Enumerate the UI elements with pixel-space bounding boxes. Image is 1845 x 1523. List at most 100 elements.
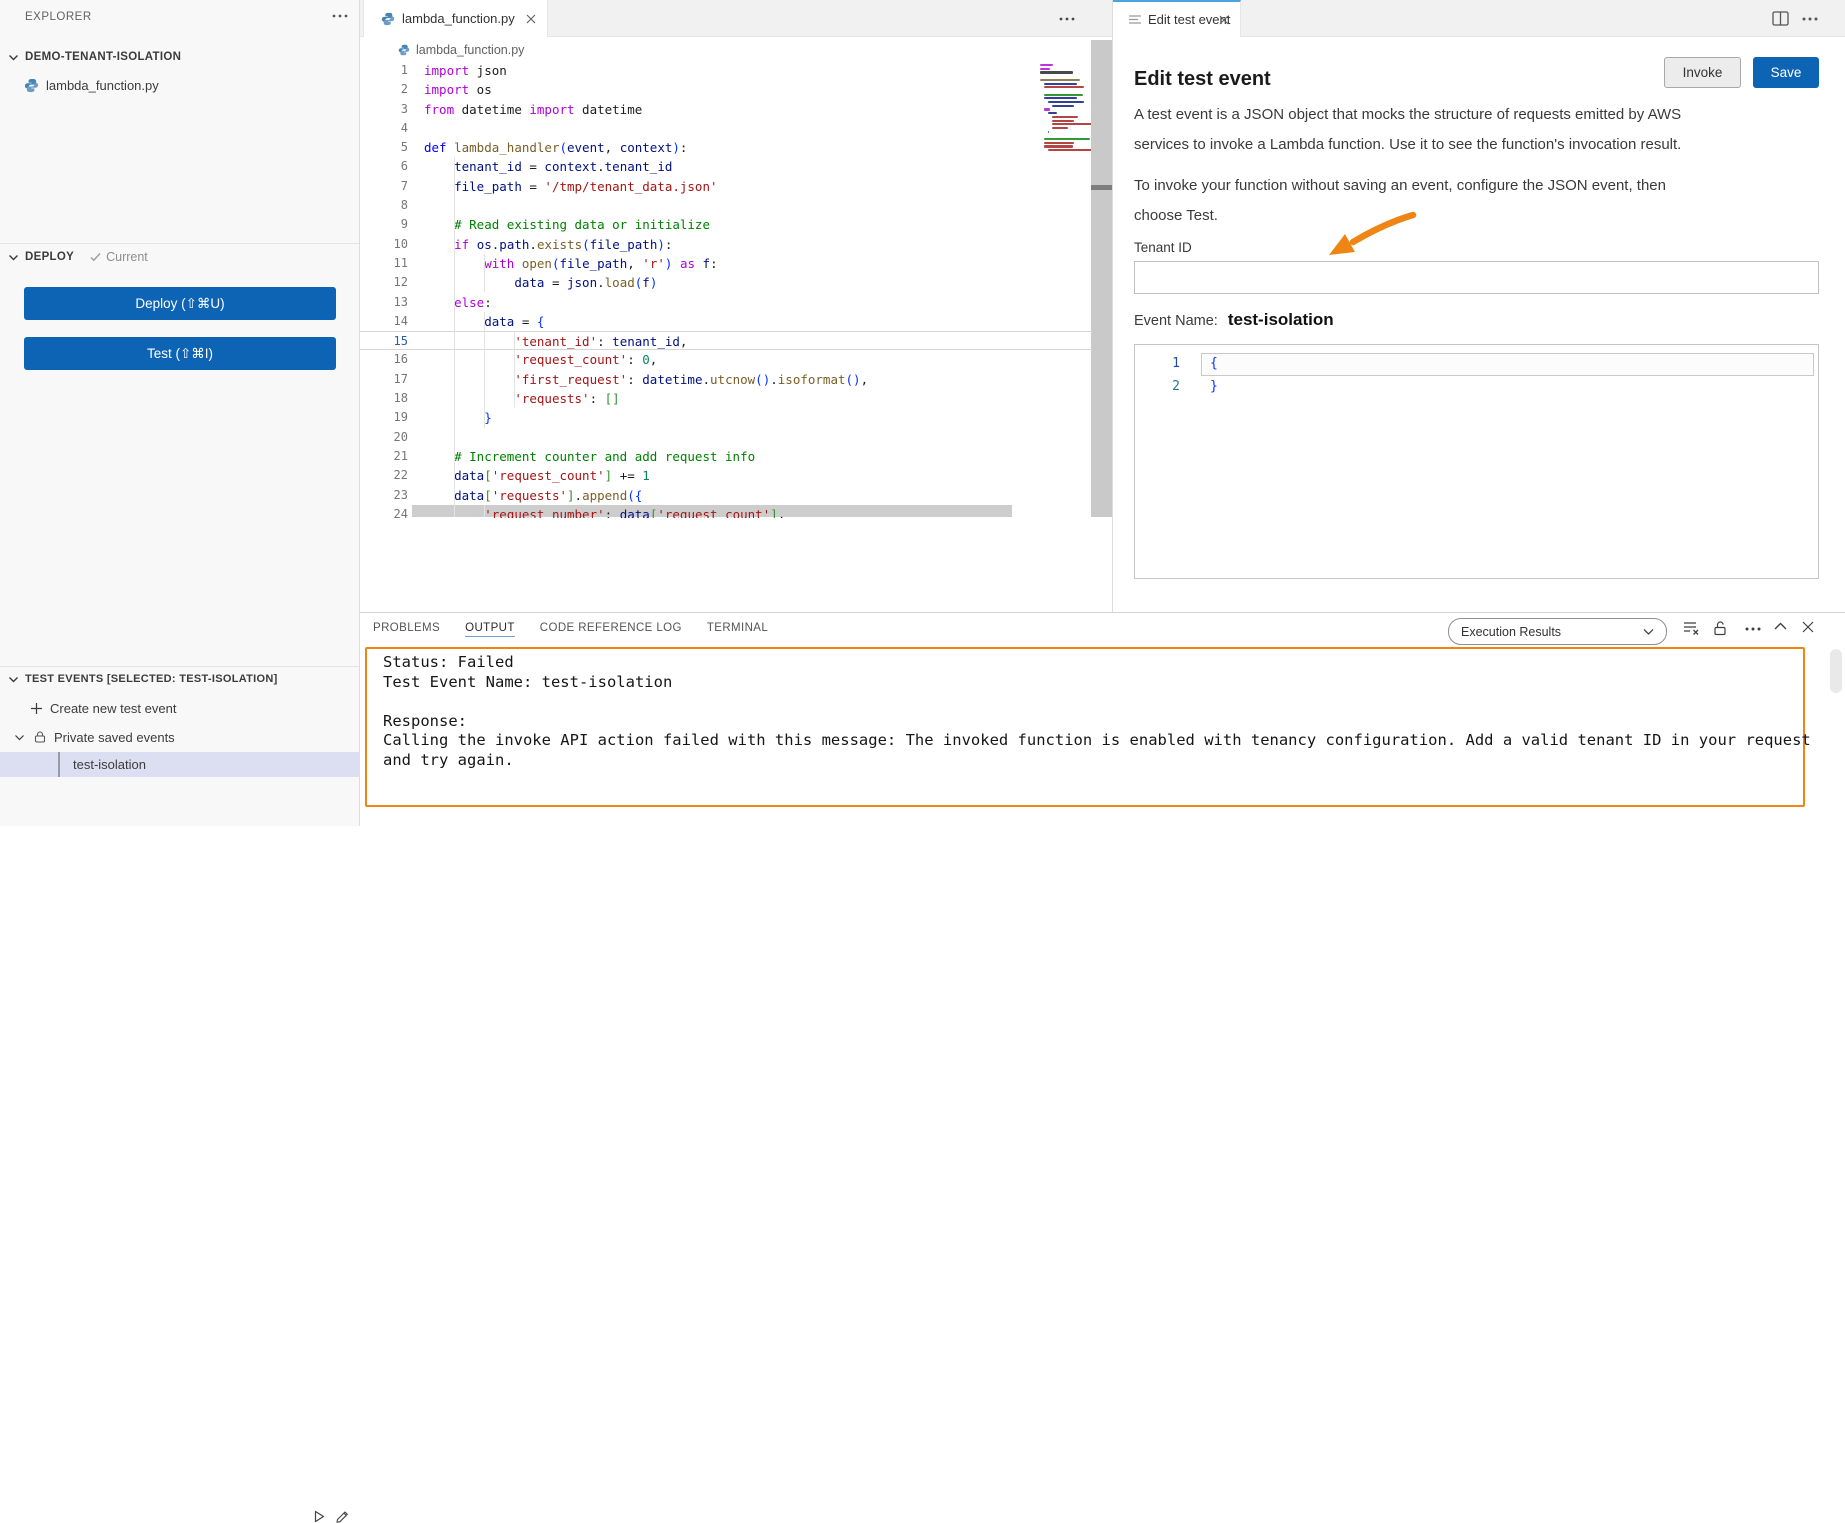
indent-guide [454,157,455,517]
test-button[interactable]: Test (⇧⌘I) [24,337,336,370]
indent-guide [484,312,485,428]
code-line[interactable]: 18 'requests': [] [360,389,1092,408]
indent-guide [484,505,485,517]
chevron-down-icon [8,52,19,63]
more-actions-icon[interactable] [1801,16,1819,22]
code-line[interactable]: 13 else: [360,293,1092,312]
sidebar-item-file[interactable]: lambda_function.py [24,74,159,96]
code-line[interactable]: 8 [360,196,1092,215]
code-line[interactable]: 22 data['request_count'] += 1 [360,466,1092,485]
check-icon [90,252,101,262]
project-name: DEMO-TENANT-ISOLATION [25,51,181,63]
chevron-down-icon [1643,628,1654,636]
file-name: lambda_function.py [46,78,159,93]
deploy-title: DEPLOY [25,251,74,263]
code-line[interactable]: 24 'request_number': data['request_count… [360,505,1092,518]
tab-label: lambda_function.py [402,11,515,26]
webview-icon [1129,15,1141,25]
vertical-scrollbar[interactable] [1091,40,1112,517]
maximize-panel-icon[interactable] [1774,621,1787,630]
python-icon [24,78,39,93]
output-channel-dropdown[interactable]: Execution Results [1448,618,1667,645]
sidebar-item-project[interactable]: DEMO-TENANT-ISOLATION [8,46,181,68]
code-line[interactable]: 17 'first_request': datetime.utcnow().is… [360,370,1092,389]
execution-results-output[interactable]: Status: FailedTest Event Name: test-isol… [365,647,1805,807]
clear-output-icon[interactable] [1683,621,1700,635]
code-line[interactable]: 10 if os.path.exists(file_path): [360,235,1092,254]
tenant-id-label: Tenant ID [1134,240,1192,255]
code-line[interactable]: 2import os [360,80,1092,99]
code-line[interactable]: 14 data = { [360,312,1092,331]
code-editor[interactable]: 1import json2import os3from datetime imp… [360,60,1092,518]
instruction-paragraph: To invoke your function without saving a… [1134,171,1666,231]
explorer-title: EXPLORER [25,11,92,23]
explorer-more-icon[interactable] [331,13,349,19]
panel-tab-terminal[interactable]: TERMINAL [707,622,768,636]
deploy-section-header[interactable]: DEPLOY Current [8,246,148,268]
breadcrumb[interactable]: lambda_function.py [398,39,524,60]
close-panel-icon[interactable] [1802,621,1814,633]
json-editor-line[interactable]: 2} [1135,376,1818,399]
code-line[interactable]: 15 'tenant_id': tenant_id, [360,331,1092,350]
output-line: and try again. [383,751,1787,771]
code-line[interactable]: 3from datetime import datetime [360,100,1092,119]
json-event-editor[interactable]: 1{2} [1134,344,1819,579]
editor-more-icon[interactable] [1058,16,1076,22]
sidebar: EXPLORER DEMO-TENANT-ISOLATION lambda_fu… [0,0,360,826]
private-saved-events-item[interactable]: Private saved events [14,726,175,748]
test-events-section-header[interactable]: TEST EVENTS [SELECTED: TEST-ISOLATION] [8,668,278,690]
output-line: Test Event Name: test-isolation [383,673,1787,693]
create-test-event-item[interactable]: Create new test event [30,697,176,719]
bottom-panel: PROBLEMS OUTPUT CODE REFERENCE LOG TERMINAL… [360,612,1845,826]
code-line[interactable]: 23 data['requests'].append({ [360,486,1092,505]
code-line[interactable]: 5def lambda_handler(event, context): [360,138,1092,157]
split-editor-icon[interactable] [1772,11,1789,26]
close-icon[interactable] [526,14,536,24]
test-events-title: TEST EVENTS [SELECTED: TEST-ISOLATION] [25,673,278,685]
close-icon[interactable] [1219,15,1229,25]
json-editor-line[interactable]: 1{ [1135,353,1818,376]
deploy-status-badge: Current [90,250,148,264]
code-line[interactable]: 16 'request_count': 0, [360,350,1092,369]
description-paragraph: A test event is a JSON object that mocks… [1134,100,1681,160]
chevron-down-icon [14,732,25,743]
dropdown-label: Execution Results [1461,625,1561,639]
chevron-down-icon [8,674,19,685]
event-name-value: test-isolation [1228,310,1334,330]
run-test-event-icon[interactable] [313,1510,325,1523]
tab-lambda-function[interactable]: lambda_function.py [363,0,548,37]
code-line[interactable]: 6 tenant_id = context.tenant_id [360,157,1092,176]
indent-guide [484,254,485,292]
code-line[interactable]: 12 data = json.load(f) [360,273,1092,292]
panel-tab-output[interactable]: OUTPUT [465,622,515,637]
event-name-row: Event Name: test-isolation [1134,310,1334,330]
code-line[interactable]: 7 file_path = '/tmp/tenant_data.json' [360,177,1092,196]
tab-edit-test-event[interactable]: Edit test event [1113,0,1241,37]
deploy-button[interactable]: Deploy (⇧⌘U) [24,287,336,320]
code-line[interactable]: 21 # Increment counter and add request i… [360,447,1092,466]
output-line [383,692,1787,712]
invoke-button[interactable]: Invoke [1664,57,1741,88]
code-line[interactable]: 20 [360,428,1092,447]
output-scrollbar[interactable] [1830,649,1842,693]
lock-icon [33,730,47,744]
test-event-item-selected[interactable]: test-isolation [0,752,360,777]
code-line[interactable]: 19 } [360,408,1092,427]
python-icon [381,12,395,26]
panel-tab-problems[interactable]: PROBLEMS [373,622,440,636]
unlock-icon[interactable] [1712,621,1728,636]
code-line[interactable]: 11 with open(file_path, 'r') as f: [360,254,1092,273]
scrollbar-handle[interactable] [1091,185,1112,190]
save-button[interactable]: Save [1753,57,1819,88]
sidebar-divider [0,243,359,244]
output-line: Response: [383,712,1787,732]
indent-guide [514,331,515,408]
code-line[interactable]: 4 [360,119,1092,138]
code-line[interactable]: 1import json [360,61,1092,80]
chevron-down-icon [8,252,19,263]
tenant-id-input[interactable] [1134,261,1819,294]
code-line[interactable]: 9 # Read existing data or initialize [360,215,1092,234]
panel-tab-code-reference-log[interactable]: CODE REFERENCE LOG [540,622,682,636]
edit-test-event-icon[interactable] [336,1509,349,1523]
more-actions-icon[interactable] [1744,626,1762,632]
